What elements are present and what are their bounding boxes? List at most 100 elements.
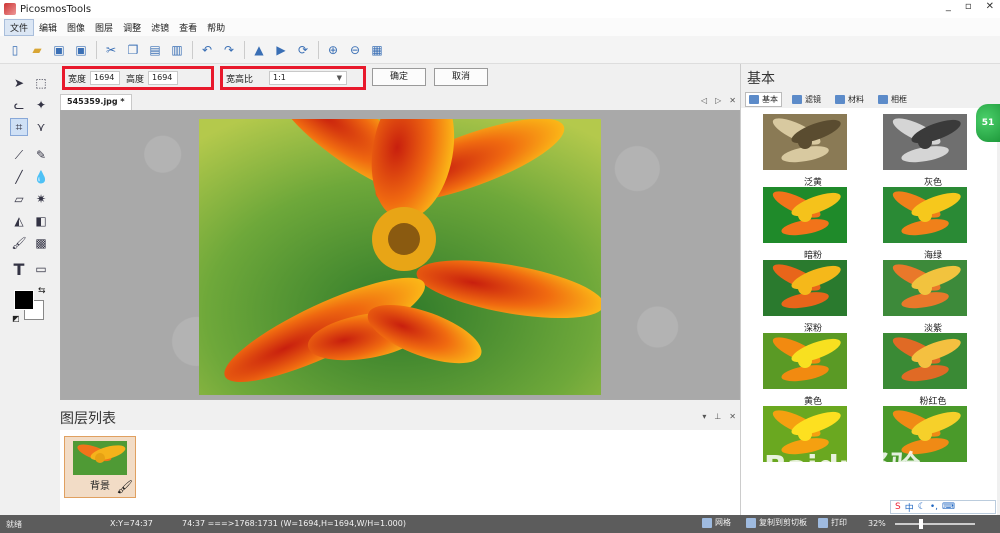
close-button[interactable]: ✕: [986, 1, 994, 12]
layer-item[interactable]: 背景 🖌: [64, 436, 136, 498]
line-tool-icon[interactable]: ╱: [10, 168, 28, 186]
filter-preset[interactable]: 海绿: [883, 187, 983, 261]
tab-label: 材料: [848, 95, 864, 104]
picture-icon[interactable]: ▩: [32, 234, 50, 252]
dropdown-icon[interactable]: ▾: [702, 412, 706, 421]
menu-image[interactable]: 图像: [62, 20, 90, 35]
reset-colors-icon[interactable]: ◩: [12, 314, 20, 323]
pin-icon[interactable]: ⊥: [714, 412, 721, 421]
lasso-icon[interactable]: ᓚ: [10, 96, 28, 114]
crop-tool-icon[interactable]: ⌗: [10, 118, 28, 136]
fill-bucket-icon[interactable]: ◭: [10, 212, 28, 230]
grid-toggle[interactable]: 网格: [702, 517, 731, 528]
width-label: 宽度: [68, 74, 87, 85]
menu-layer[interactable]: 图层: [90, 20, 118, 35]
tab-close-icon[interactable]: ✕: [729, 96, 736, 105]
rotate-icon[interactable]: ⟳: [294, 41, 312, 59]
magic-wand-icon[interactable]: ✦: [32, 96, 50, 114]
menu-view[interactable]: 查看: [174, 20, 202, 35]
filter-preset[interactable]: 暗粉: [763, 187, 863, 261]
width-input[interactable]: 1694: [90, 71, 121, 85]
brush-icon[interactable]: 🖌: [10, 234, 28, 252]
menu-help[interactable]: 帮助: [202, 20, 230, 35]
filter-thumbnail: [763, 260, 847, 316]
ime-toolbar[interactable]: S 中 ☾ •, ⌨: [890, 500, 996, 514]
toolbar-divider: [192, 40, 193, 59]
filter-preset[interactable]: 粉红色: [883, 333, 983, 407]
menu-filter[interactable]: 滤镜: [146, 20, 174, 35]
filter-thumbnail: [763, 333, 847, 389]
ime-language[interactable]: 中: [905, 501, 914, 514]
paste-special-icon[interactable]: ▥: [168, 41, 186, 59]
copy-to-clipboard-button[interactable]: 复制到剪切板: [746, 517, 807, 528]
zoom-out-icon[interactable]: ⊖: [346, 41, 364, 59]
tab-basic[interactable]: 基本: [745, 92, 782, 107]
canvas-image[interactable]: [199, 119, 601, 395]
flip-vertical-icon[interactable]: ▲: [250, 41, 268, 59]
foreground-color[interactable]: [14, 290, 34, 310]
canvas-area[interactable]: [60, 110, 740, 400]
redo-icon[interactable]: ↷: [220, 41, 238, 59]
selection-info: 74:37 ===>1768:1731 (W=1694,H=1694,W/H=1…: [182, 519, 406, 528]
zoom-in-icon[interactable]: ⊕: [324, 41, 342, 59]
swap-colors-icon[interactable]: ⇆: [38, 286, 46, 296]
effects-tabs: 基本 滤镜 材料 相框: [745, 92, 911, 107]
copy-icon[interactable]: ❐: [124, 41, 142, 59]
text-tool-icon[interactable]: T: [10, 260, 28, 279]
ratio-label: 宽高比: [226, 74, 254, 85]
zoom-slider-thumb[interactable]: [919, 519, 923, 529]
user-avatar[interactable]: 51: [976, 104, 1000, 142]
open-folder-icon[interactable]: ▰: [28, 41, 46, 59]
print-button[interactable]: 打印: [818, 517, 847, 528]
moon-icon[interactable]: ☾: [918, 502, 926, 512]
minimize-button[interactable]: _: [946, 1, 951, 12]
move-tool-icon[interactable]: ➤: [10, 74, 28, 92]
eyedropper-icon[interactable]: ⟋: [10, 146, 28, 164]
ratio-select[interactable]: 1:1 ▼: [269, 71, 348, 85]
tab-materials[interactable]: 材料: [831, 92, 868, 107]
filter-preset[interactable]: 深粉: [763, 260, 863, 334]
panel-close-icon[interactable]: ✕: [729, 412, 736, 421]
crop-options-bar: 宽度 1694 高度 1694 宽高比 1:1 ▼ 确定 取消: [60, 64, 740, 90]
fit-screen-icon[interactable]: ▦: [368, 41, 386, 59]
filter-preset[interactable]: 黄色: [763, 333, 863, 407]
tab-next-icon[interactable]: ▷: [715, 96, 721, 105]
filter-preset[interactable]: 灰色: [883, 114, 983, 188]
rect-select-icon[interactable]: ⬚: [32, 74, 50, 92]
document-tab[interactable]: 545359.jpg *: [60, 94, 132, 110]
perspective-icon[interactable]: ⋎: [32, 118, 50, 136]
tab-frames[interactable]: 相框: [874, 92, 911, 107]
filter-thumbnail: [883, 114, 967, 170]
pencil-icon[interactable]: ✎: [32, 146, 50, 164]
cut-icon[interactable]: ✂: [102, 41, 120, 59]
menu-edit[interactable]: 编辑: [34, 20, 62, 35]
keyboard-icon[interactable]: ⌨: [942, 502, 955, 512]
tab-prev-icon[interactable]: ◁: [701, 96, 707, 105]
cursor-coords: X:Y=74:37: [110, 519, 153, 528]
save-as-icon[interactable]: ▣: [72, 41, 90, 59]
flip-horizontal-icon[interactable]: ▶: [272, 41, 290, 59]
height-input[interactable]: 1694: [148, 71, 179, 85]
new-file-icon[interactable]: ▯: [6, 41, 24, 59]
menu-file[interactable]: 文件: [4, 18, 35, 36]
main-toolbar: ▯ ▰ ▣ ▣ ✂ ❐ ▤ ▥ ↶ ↷ ▲ ▶ ⟳ ⊕ ⊖ ▦: [0, 36, 1000, 64]
undo-icon[interactable]: ↶: [198, 41, 216, 59]
ok-button[interactable]: 确定: [372, 68, 426, 86]
tab-label: 滤镜: [805, 95, 821, 104]
clone-stamp-icon[interactable]: ✷: [32, 190, 50, 208]
paste-icon[interactable]: ▤: [146, 41, 164, 59]
zoom-slider[interactable]: [895, 519, 975, 529]
blur-drop-icon[interactable]: 💧: [32, 168, 50, 186]
cancel-button[interactable]: 取消: [434, 68, 488, 86]
filter-thumbnail: [763, 187, 847, 243]
eraser-icon[interactable]: ▱: [10, 190, 28, 208]
punctuation-icon[interactable]: •,: [930, 502, 938, 512]
tab-filters[interactable]: 滤镜: [788, 92, 825, 107]
gradient-icon[interactable]: ◧: [32, 212, 50, 230]
menu-adjust[interactable]: 调整: [118, 20, 146, 35]
shape-tool-icon[interactable]: ▭: [32, 260, 50, 278]
maximize-button[interactable]: ▫: [965, 1, 972, 12]
filter-preset[interactable]: 淡紫: [883, 260, 983, 334]
save-icon[interactable]: ▣: [50, 41, 68, 59]
filter-preset[interactable]: 泛黄: [763, 114, 863, 188]
